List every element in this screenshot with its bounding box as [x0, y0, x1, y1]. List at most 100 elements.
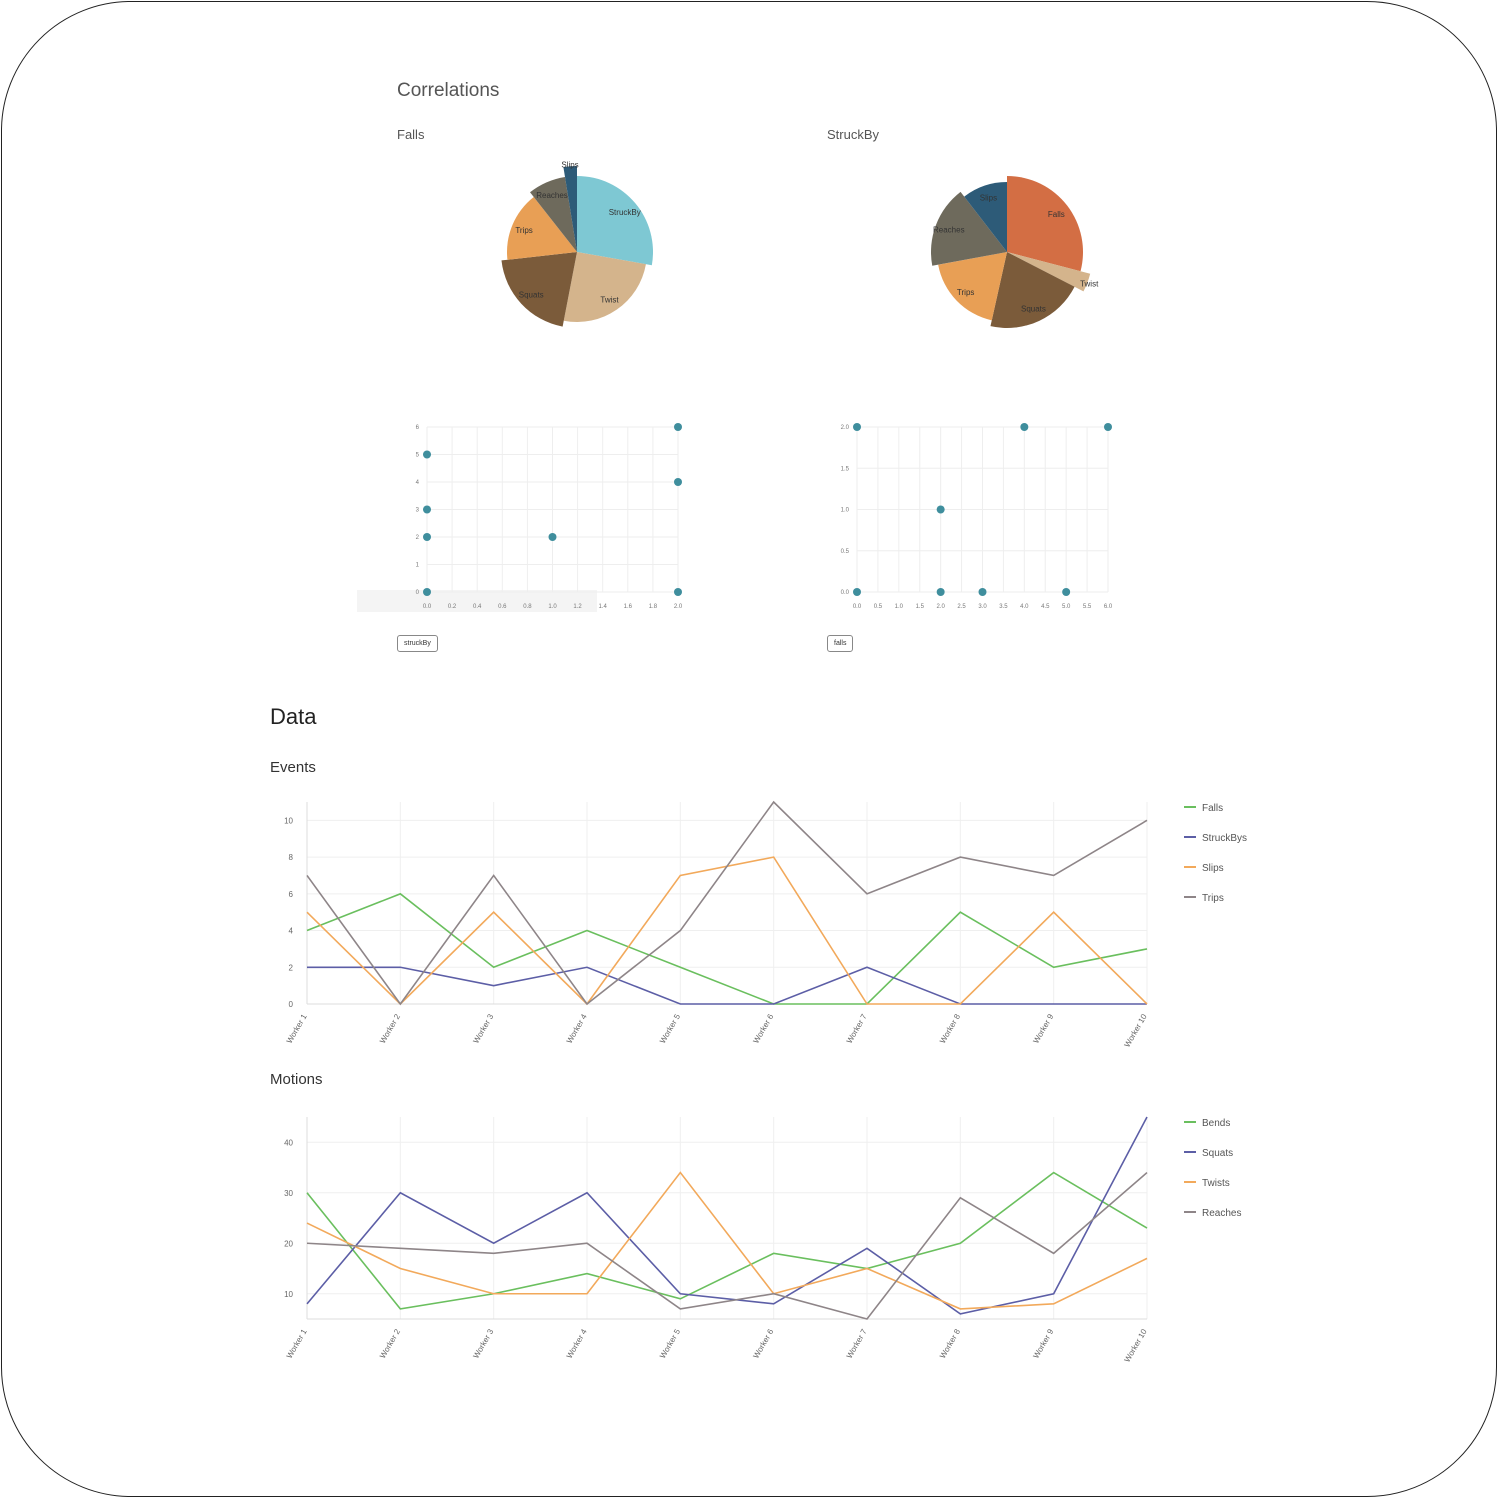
- scatter-point: [853, 588, 861, 596]
- scatter-x-tick-label: 0.6: [498, 604, 507, 610]
- pie-label-reaches: Reaches: [536, 191, 568, 200]
- legend-label-struckbys: StruckBys: [1202, 833, 1247, 844]
- pie-label-slips: Slips: [980, 194, 997, 203]
- chart-x-tick-label: Worker 3: [471, 1012, 495, 1045]
- scatter-y-tick-label: 1.5: [841, 466, 850, 472]
- legend-label-twists: Twists: [1202, 1178, 1230, 1189]
- scatter-x-tick-label: 4.5: [1041, 604, 1050, 610]
- pie-label-falls: Falls: [1048, 210, 1065, 219]
- series-line-reaches: [306, 1171, 1148, 1320]
- scatter-y-tick-label: 1: [416, 563, 420, 569]
- chart-y-tick-label: 2: [289, 963, 294, 972]
- chart-x-tick-label: Worker 3: [471, 1327, 495, 1360]
- pie-label-twist: Twist: [600, 295, 619, 304]
- scatter-y-tick-label: 0.0: [841, 590, 850, 596]
- scatter-x-tick-label: 5.5: [1083, 604, 1092, 610]
- pie-label-squats: Squats: [1021, 304, 1046, 313]
- chart-y-tick-label: 6: [289, 890, 294, 899]
- chart-x-tick-label: Worker 8: [938, 1012, 962, 1045]
- scatter-x-tick-label: 1.6: [624, 604, 633, 610]
- chart-x-tick-label: Worker 7: [845, 1012, 869, 1045]
- pie-slice-twist: [563, 252, 646, 322]
- scatter-point: [1062, 588, 1071, 596]
- pie-label-reaches: Reaches: [933, 226, 965, 235]
- scatter-x-tick-label: 5.0: [1062, 604, 1071, 610]
- chart-y-tick-label: 10: [284, 1290, 293, 1299]
- chart-x-tick-label: Worker 9: [1031, 1327, 1055, 1360]
- series-line-squats: [306, 1116, 1148, 1315]
- scatter-point: [853, 423, 861, 431]
- scatter-point: [1020, 423, 1029, 431]
- chart-x-tick-label: Worker 10: [1123, 1327, 1149, 1364]
- chart-x-tick-label: Worker 7: [845, 1327, 869, 1360]
- scatter-point: [423, 588, 431, 596]
- chart-y-tick-label: 4: [289, 927, 294, 936]
- struckby-pie-chart: Falls Twist Squats Trips Reaches Slips: [931, 176, 1099, 328]
- falls-button[interactable]: falls: [827, 635, 854, 652]
- chart-x-tick-label: Worker 6: [751, 1327, 775, 1360]
- chart-x-tick-label: Worker 1: [285, 1327, 309, 1360]
- events-heading: Events: [270, 759, 316, 776]
- chart-x-tick-label: Worker 8: [938, 1327, 962, 1360]
- scatter-x-tick-label: 6.0: [1104, 604, 1113, 610]
- scatter-x-tick-label: 1.0: [548, 604, 557, 610]
- scatter-x-tick-label: 0.4: [473, 604, 482, 610]
- legend-label-reaches: Reaches: [1202, 1208, 1241, 1219]
- chart-x-tick-label: Worker 2: [378, 1012, 402, 1045]
- scatter-x-tick-label: 1.4: [599, 604, 608, 610]
- scatter-x-tick-label: 2.0: [936, 604, 945, 610]
- chart-x-tick-label: Worker 1: [285, 1012, 309, 1045]
- pie-title-struckby: StruckBy: [827, 127, 880, 142]
- scatter-point: [674, 478, 682, 486]
- chart-x-tick-label: Worker 5: [658, 1327, 682, 1360]
- legend-label-falls: Falls: [1202, 803, 1223, 814]
- chart-x-tick-label: Worker 2: [378, 1327, 402, 1360]
- scatter-y-tick-label: 5: [416, 453, 420, 459]
- scatter-point: [936, 588, 945, 596]
- scatter-x-tick-label: 1.8: [649, 604, 658, 610]
- motions-line-chart: Worker 1 Worker 2 Worker 3 Worker 4 Worker 5…: [284, 1116, 1241, 1364]
- scatter-point: [674, 423, 682, 431]
- legend-label-slips: Slips: [1202, 863, 1224, 874]
- pie-label-struckby: StruckBy: [609, 208, 641, 217]
- scatter-point: [936, 505, 945, 514]
- pie-slice-struckby: [577, 176, 653, 266]
- scatter-y-tick-label: 2.0: [841, 425, 850, 431]
- chart-y-tick-label: 20: [284, 1239, 293, 1248]
- chart-y-tick-label: 8: [289, 853, 294, 862]
- data-heading: Data: [270, 704, 317, 729]
- scatter-point: [1104, 423, 1112, 431]
- events-line-chart: Worker 1 Worker 2 Worker 3 Worker 4 Worker 5…: [284, 800, 1247, 1049]
- chart-y-tick-label: 30: [284, 1189, 293, 1198]
- chart-y-tick-label: 40: [284, 1138, 293, 1147]
- scatter-y-tick-label: 0.5: [841, 549, 850, 555]
- pie-title-falls: Falls: [397, 127, 425, 142]
- scatter-x-tick-label: 0.8: [523, 604, 532, 610]
- scatter-y-tick-label: 6: [416, 425, 420, 431]
- scatter-point: [423, 450, 431, 459]
- falls-scatter-plot: 0.0 0.5 1.0 1.5 2.0 2.5 3.0 3.5 4.0 4.5 5.0 5.5 6.0 0…: [841, 423, 1113, 610]
- scatter-y-tick-label: 1.0: [841, 508, 850, 514]
- series-line-falls: [306, 892, 1148, 1005]
- scatter-x-tick-label: 0.5: [874, 604, 883, 610]
- chart-x-tick-label: Worker 4: [565, 1012, 589, 1045]
- scatter-x-tick-label: 2.0: [674, 604, 683, 610]
- scatter-x-tick-label: 1.5: [916, 604, 925, 610]
- struckby-button[interactable]: struckBy: [397, 635, 438, 652]
- chart-x-tick-label: Worker 5: [658, 1012, 682, 1045]
- scatter-x-tick-label: 2.5: [957, 604, 966, 610]
- chart-y-tick-label: 0: [289, 1000, 294, 1009]
- scatter-x-tick-label: 3.5: [999, 604, 1008, 610]
- chart-x-tick-label: Worker 6: [751, 1012, 775, 1045]
- scatter-point: [423, 533, 431, 541]
- scatter-y-tick-label: 4: [416, 480, 420, 486]
- pie-label-trips: Trips: [957, 288, 974, 297]
- chart-y-tick-label: 10: [284, 816, 293, 825]
- scatter-y-tick-label: 3: [416, 508, 420, 514]
- scatter-point: [548, 533, 557, 541]
- legend-label-trips: Trips: [1202, 893, 1224, 904]
- page-frame: Correlations Falls StruckBy StruckBy Twis…: [1, 1, 1497, 1497]
- scatter-point: [978, 588, 987, 596]
- scatter-x-tick-label: 0.2: [448, 604, 457, 610]
- falls-pie-chart: StruckBy Twist Squats Trips Reaches Slips: [501, 160, 653, 327]
